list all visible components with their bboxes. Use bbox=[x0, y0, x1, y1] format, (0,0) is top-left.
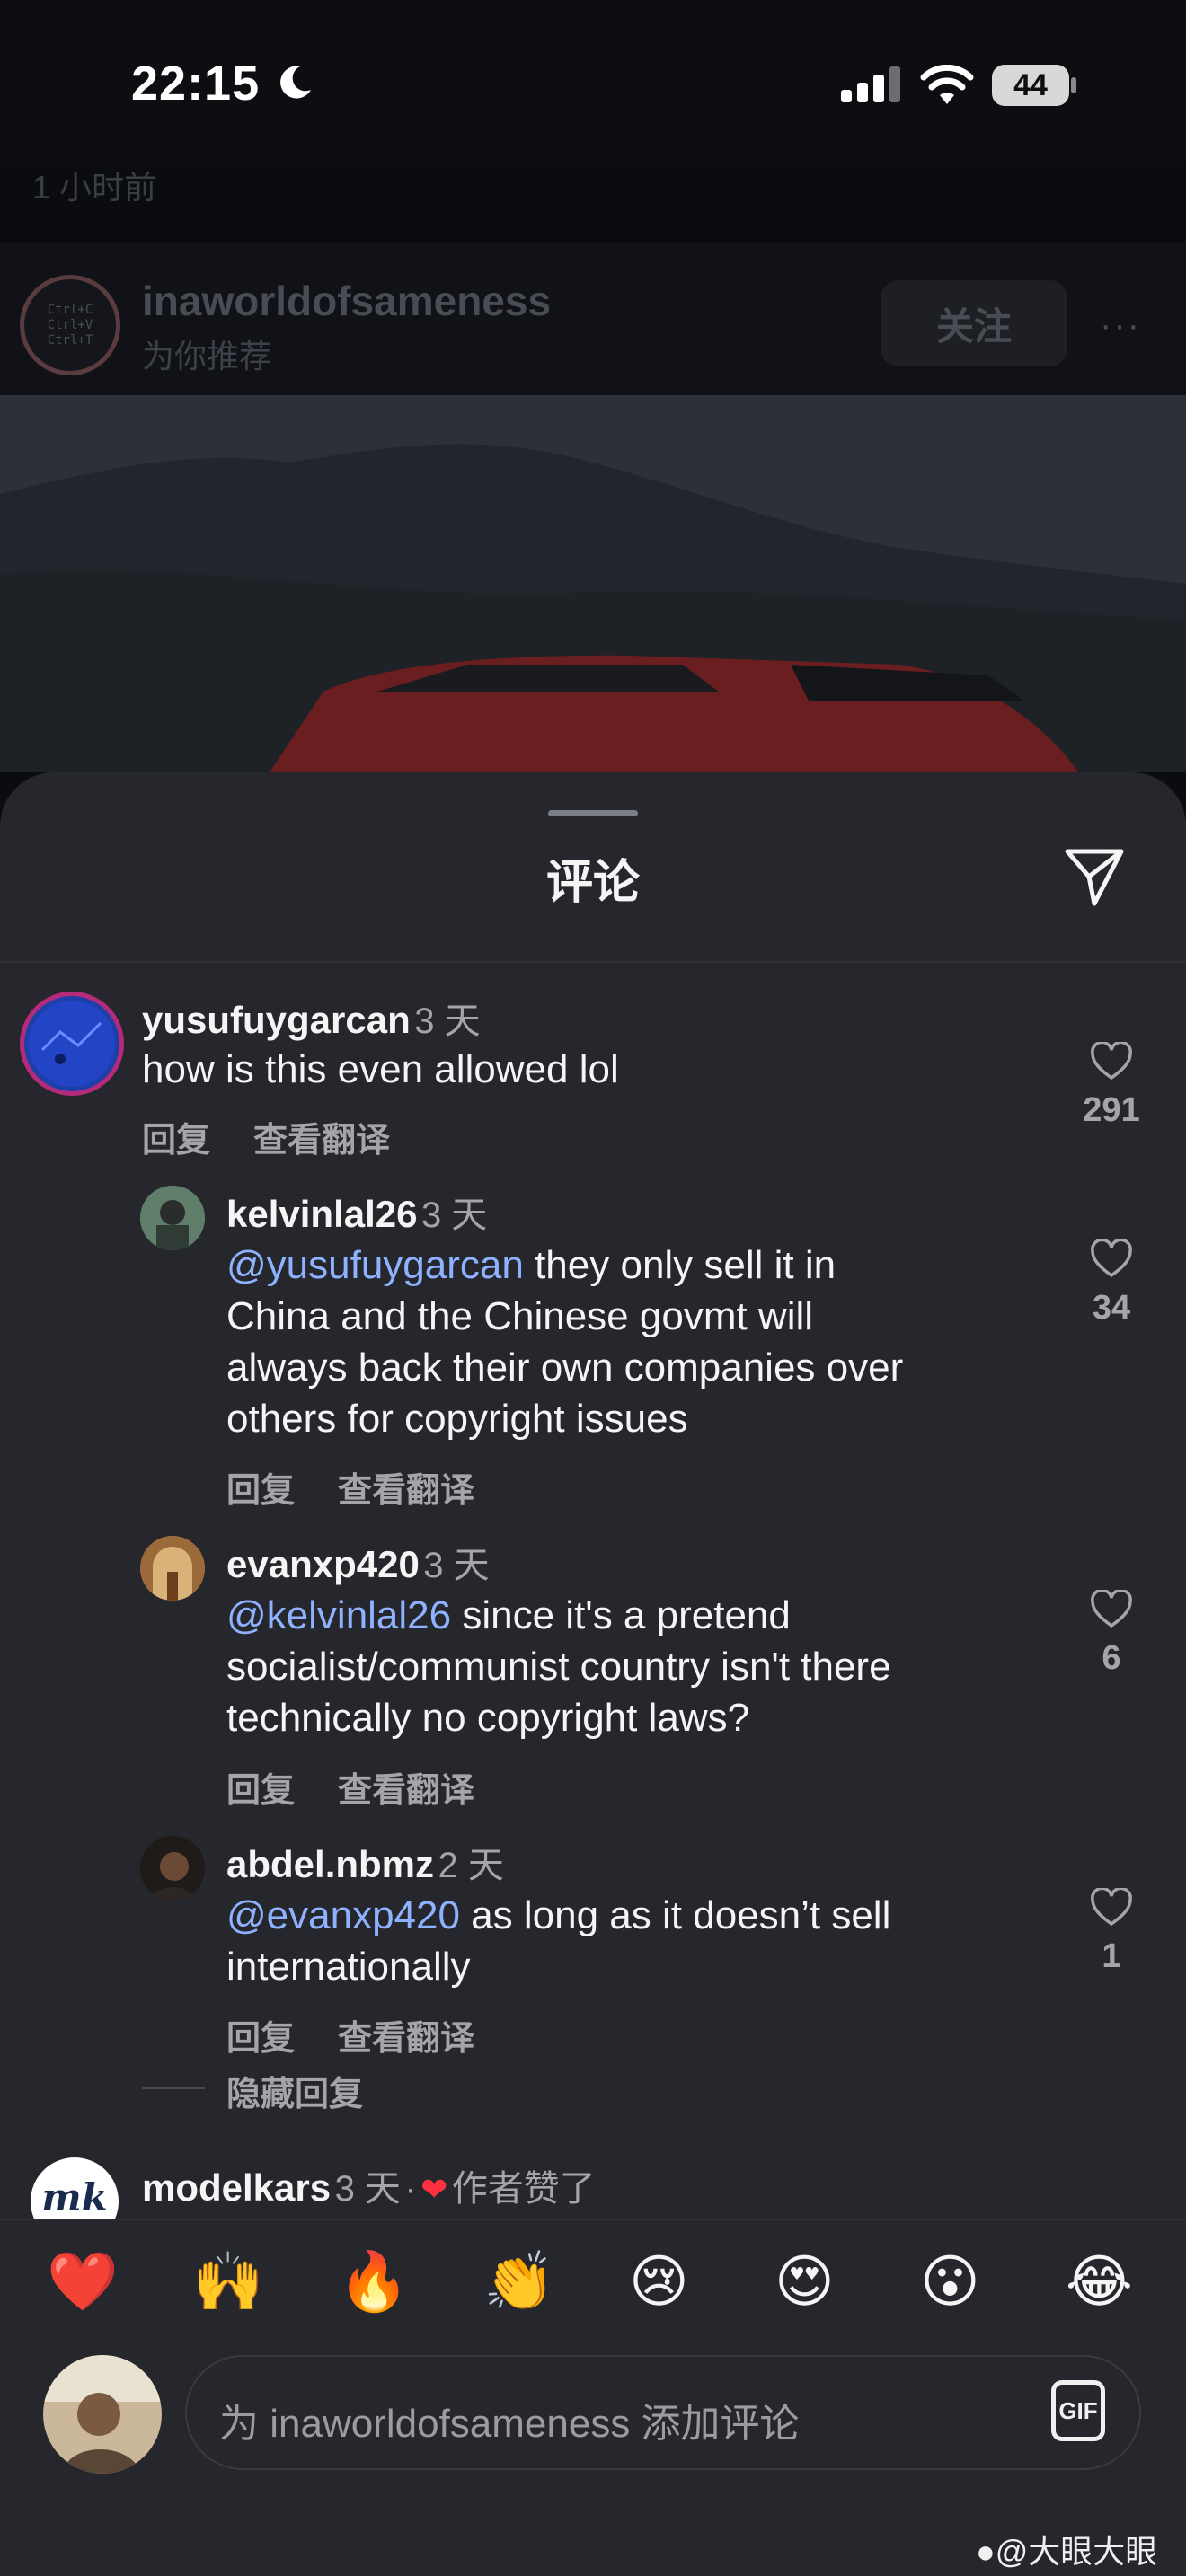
hide-replies-button[interactable]: 隐藏回复 bbox=[226, 2066, 363, 2115]
avatar[interactable] bbox=[140, 1186, 205, 1250]
watermark: ●@大眼大眼 bbox=[976, 2533, 1158, 2570]
avatar[interactable] bbox=[43, 2355, 162, 2474]
comment-header: kelvinlal26 3 天 bbox=[226, 1186, 487, 1238]
mention-link[interactable]: @kelvinlal26 bbox=[226, 1593, 451, 1637]
emoji-heart[interactable]: ❤️ bbox=[47, 2245, 119, 2317]
emoji-quick-bar bbox=[0, 2219, 1186, 2346]
like-control[interactable]: 291 bbox=[1071, 1040, 1152, 1130]
post-recommend-label: 为你推荐 bbox=[142, 338, 272, 375]
sheet-title: 评论 bbox=[545, 857, 640, 909]
see-translation-button[interactable]: 查看翻译 bbox=[253, 1122, 390, 1160]
moon-icon bbox=[280, 66, 311, 99]
wifi-icon bbox=[920, 65, 974, 104]
emoji-crying[interactable]: 😢 bbox=[629, 2245, 689, 2317]
battery-indicator: 44 bbox=[992, 65, 1069, 106]
status-bar: 22:15 44 bbox=[0, 0, 1186, 162]
heart-icon[interactable] bbox=[1090, 1588, 1133, 1629]
comment-username[interactable]: kelvinlal26 bbox=[226, 1193, 417, 1235]
avatar[interactable] bbox=[140, 1836, 205, 1901]
more-options-icon[interactable]: ··· bbox=[1100, 305, 1141, 346]
comment-username[interactable]: evanxp420 bbox=[226, 1543, 420, 1585]
follow-button[interactable]: 关注 bbox=[881, 280, 1067, 366]
emoji-surprised[interactable]: 😮 bbox=[920, 2245, 980, 2317]
comment-actions: 回复 查看翻译 bbox=[226, 1762, 518, 1812]
comment-age: 3 天 bbox=[423, 1546, 490, 1585]
comment-text: @kelvinlal26 since it's a pretend social… bbox=[226, 1593, 891, 1740]
emoji-clap[interactable]: 👏 bbox=[483, 2245, 555, 2317]
like-control[interactable]: 6 bbox=[1071, 1588, 1152, 1678]
like-control[interactable]: 34 bbox=[1071, 1238, 1152, 1328]
comment-header: modelkars 3 天 · ❤ 作者赞了 bbox=[142, 2159, 596, 2211]
comment-actions: 回复 查看翻译 bbox=[226, 1462, 518, 1512]
see-translation-button[interactable]: 查看翻译 bbox=[338, 1772, 474, 1810]
post-image bbox=[0, 395, 1186, 772]
like-count: 34 bbox=[1092, 1289, 1131, 1327]
emoji-fire[interactable]: 🔥 bbox=[338, 2245, 410, 2317]
comment-input-placeholder: 为 inaworldofsameness 添加评论 bbox=[219, 2402, 800, 2446]
comment-text: @yusufuygarcan they only sell it in Chin… bbox=[226, 1243, 904, 1441]
post-author-username[interactable]: inaworldofsameness bbox=[142, 277, 551, 325]
heart-icon[interactable] bbox=[1090, 1886, 1133, 1928]
post-author-avatar[interactable]: Ctrl+C Ctrl+V Ctrl+T bbox=[20, 275, 120, 375]
comment-actions: 回复 查看翻译 bbox=[226, 2010, 518, 2060]
avatar-logo-text: mk bbox=[41, 2175, 108, 2219]
post-time: 1 小时前 bbox=[32, 169, 157, 206]
heart-icon[interactable] bbox=[1090, 1040, 1133, 1081]
emoji-heart-eyes[interactable]: 😍 bbox=[774, 2245, 835, 2317]
comment-age: 3 天 bbox=[334, 2169, 401, 2209]
comment-actions: 回复 查看翻译 bbox=[142, 1112, 433, 1161]
avatar-code-text: Ctrl+C Ctrl+V Ctrl+T bbox=[47, 302, 93, 348]
status-time: 22:15 bbox=[131, 57, 261, 110]
emoji-raised-hands[interactable]: 🙌 bbox=[192, 2245, 264, 2317]
comment-username[interactable]: abdel.nbmz bbox=[226, 1843, 434, 1885]
weibo-logo-icon: ● bbox=[976, 2533, 996, 2570]
cellular-signal-icon bbox=[841, 66, 900, 102]
avatar[interactable] bbox=[140, 1536, 205, 1601]
comment-header: yusufuygarcan 3 天 bbox=[142, 992, 481, 1044]
comment-text: @evanxp420 as long as it doesn’t sell in… bbox=[226, 1893, 891, 1989]
hide-replies-line bbox=[142, 2087, 205, 2089]
emoji-laughing[interactable]: 😂 bbox=[1066, 2245, 1133, 2317]
comment-username[interactable]: yusufuygarcan bbox=[142, 999, 411, 1041]
author-liked-heart-icon: ❤ bbox=[420, 2171, 448, 2208]
mention-link[interactable]: @evanxp420 bbox=[226, 1893, 460, 1937]
reply-button[interactable]: 回复 bbox=[226, 1472, 295, 1510]
comment-age: 2 天 bbox=[438, 1846, 504, 1885]
sheet-drag-handle[interactable] bbox=[548, 810, 638, 816]
reply-button[interactable]: 回复 bbox=[226, 2020, 295, 2058]
author-liked-label: 作者赞了 bbox=[451, 2169, 596, 2209]
comment-header: abdel.nbmz 2 天 bbox=[226, 1836, 504, 1888]
comment-username[interactable]: modelkars bbox=[142, 2166, 331, 2209]
like-count: 291 bbox=[1083, 1091, 1140, 1129]
comment-input[interactable]: 为 inaworldofsameness 添加评论 GIF bbox=[185, 2355, 1141, 2470]
see-translation-button[interactable]: 查看翻译 bbox=[338, 1472, 474, 1510]
comment-age: 3 天 bbox=[420, 1195, 488, 1235]
heart-icon[interactable] bbox=[1090, 1238, 1133, 1279]
gif-button[interactable]: GIF bbox=[1051, 2380, 1105, 2441]
comment-text: how is this even allowed lol bbox=[142, 1047, 619, 1091]
mention-link[interactable]: @yusufuygarcan bbox=[226, 1243, 524, 1287]
like-control[interactable]: 1 bbox=[1071, 1886, 1152, 1976]
comment-age: 3 天 bbox=[414, 1001, 481, 1041]
see-translation-button[interactable]: 查看翻译 bbox=[338, 2020, 474, 2058]
share-send-icon[interactable] bbox=[1062, 844, 1127, 909]
reply-button[interactable]: 回复 bbox=[142, 1122, 210, 1160]
sheet-divider bbox=[0, 961, 1186, 963]
avatar[interactable] bbox=[20, 992, 124, 1096]
reply-button[interactable]: 回复 bbox=[226, 1772, 295, 1810]
battery-tip bbox=[1071, 77, 1076, 93]
comment-header: evanxp420 3 天 bbox=[226, 1536, 490, 1588]
separator: · bbox=[404, 2169, 417, 2209]
car-photo bbox=[0, 395, 1186, 772]
like-count: 1 bbox=[1102, 1937, 1121, 1975]
like-count: 6 bbox=[1102, 1639, 1121, 1677]
